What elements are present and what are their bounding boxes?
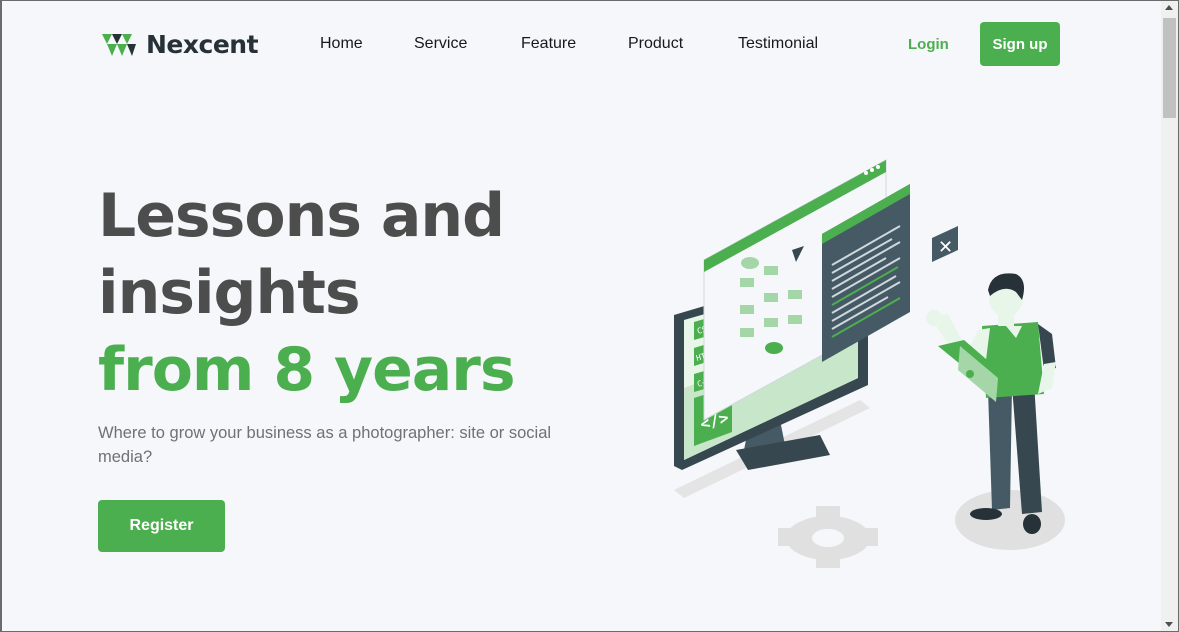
signup-button[interactable]: Sign up (980, 22, 1060, 66)
brand-logo[interactable]: Nexcent (102, 30, 259, 59)
headline-line-1: Lessons and (98, 181, 505, 251)
headline-highlight: from 8 years (98, 335, 516, 405)
brand-name: Nexcent (146, 30, 259, 59)
nav-item-home[interactable]: Home (320, 35, 363, 53)
gear-icon (778, 506, 878, 568)
scroll-down-icon[interactable] (1165, 622, 1173, 627)
nav-item-feature[interactable]: Feature (521, 35, 576, 53)
logo-mark-icon (102, 33, 136, 56)
page-scrollbar[interactable] (1161, 1, 1178, 631)
svg-text:✕: ✕ (938, 237, 953, 258)
hero-subtitle: Where to grow your business as a photogr… (98, 424, 552, 466)
scroll-up-icon[interactable] (1165, 5, 1173, 10)
hero-headline: Lessons and insights from 8 years (98, 178, 516, 409)
nav-item-testimonial[interactable]: Testimonial (738, 35, 818, 53)
register-button[interactable]: Register (98, 500, 225, 552)
developer-at-computer-illustration: CSS HTML C++ </> ✕ (674, 159, 1065, 568)
headline-line-2: insights (98, 258, 361, 328)
scrollbar-thumb[interactable] (1163, 18, 1176, 118)
nav-item-service[interactable]: Service (414, 35, 467, 53)
nav-item-product[interactable]: Product (628, 35, 683, 53)
login-link[interactable]: Login (908, 36, 949, 53)
